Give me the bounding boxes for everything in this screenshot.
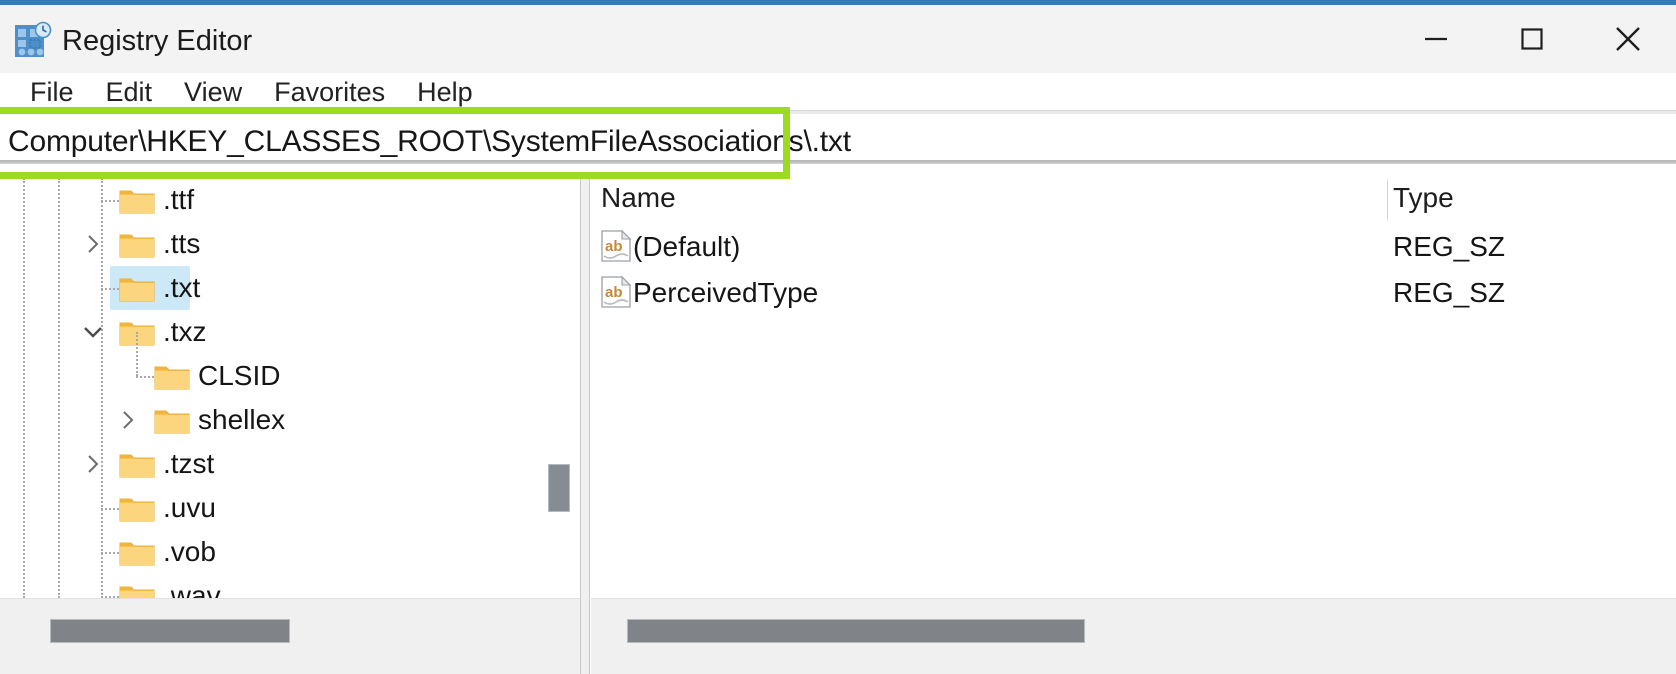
svg-text:ab: ab	[605, 284, 623, 301]
tree-item-label: .wav	[163, 580, 221, 598]
tree-item-shellex[interactable]: shellex	[0, 398, 545, 442]
tree-item-label: .tzst	[163, 448, 215, 479]
chevron-right-icon[interactable]	[115, 407, 141, 433]
minimize-icon	[1422, 25, 1450, 53]
registry-key-tree[interactable]: .ttf .tts .txt .txz CLSID shellex .tzst …	[0, 178, 545, 598]
tree-item-label: shellex	[198, 404, 286, 435]
tree-connector	[136, 376, 154, 378]
tree-item-vob[interactable]: .vob	[0, 530, 545, 574]
tree-vertical-scrollbar-thumb[interactable]	[548, 464, 570, 512]
chevron-down-icon[interactable]	[80, 319, 106, 345]
tree-item-ttf[interactable]: .ttf	[0, 178, 545, 222]
minimize-button[interactable]	[1388, 5, 1484, 73]
main-content: .ttf .tts .txt .txz CLSID shellex .tzst …	[0, 178, 1676, 674]
address-bar-top-edge	[0, 110, 1676, 114]
registry-editor-window: Registry Editor File Edit View Favorites…	[0, 0, 1676, 674]
menu-item-view[interactable]: View	[168, 73, 258, 111]
svg-text:ab: ab	[605, 238, 623, 255]
string-value-icon: ab	[600, 229, 632, 263]
tree-item-tzst[interactable]: .tzst	[0, 442, 545, 486]
registry-values-pane: Name Type ab (Default) REG_SZ ab Perceiv…	[591, 178, 1676, 674]
address-bar-bottom-edge	[0, 160, 1676, 164]
value-name: (Default)	[633, 231, 741, 262]
values-list-header: Name Type	[591, 178, 1676, 224]
window-title: Registry Editor	[62, 24, 253, 57]
column-divider[interactable]	[1387, 180, 1388, 220]
column-header-name[interactable]: Name	[601, 182, 676, 214]
value-name: PerceivedType	[633, 277, 819, 308]
folder-icon	[119, 186, 155, 215]
tree-item-label: .uvu	[163, 492, 216, 523]
tree-guide-line	[136, 332, 138, 376]
tree-horizontal-scrollbar-thumb[interactable]	[50, 619, 290, 643]
folder-icon	[119, 230, 155, 259]
value-type: REG_SZ	[1393, 231, 1506, 262]
tree-connector	[101, 552, 119, 554]
values-horizontal-scrollbar-thumb[interactable]	[627, 619, 1085, 643]
menu-item-edit[interactable]: Edit	[90, 73, 169, 111]
tree-item-label: CLSID	[198, 360, 281, 391]
folder-icon	[119, 538, 155, 567]
tree-item-clsid[interactable]: CLSID	[0, 332, 545, 398]
values-list-rows: ab (Default) REG_SZ ab PerceivedType REG…	[591, 224, 1676, 598]
registry-key-tree-pane: .ttf .tts .txt .txz CLSID shellex .tzst …	[0, 178, 580, 674]
menu-item-file[interactable]: File	[14, 73, 90, 111]
folder-icon	[119, 450, 155, 479]
tree-item-label: .txz	[163, 316, 207, 347]
close-icon	[1612, 23, 1644, 55]
tree-connector	[101, 200, 119, 202]
values-row-perceivedtype[interactable]: ab PerceivedType REG_SZ	[591, 270, 1676, 316]
chevron-right-icon[interactable]	[80, 231, 106, 257]
tree-vertical-scrollbar[interactable]	[546, 178, 572, 598]
folder-icon	[154, 362, 190, 391]
close-button[interactable]	[1580, 5, 1676, 73]
tree-item-label: .tts	[163, 228, 201, 259]
folder-icon	[119, 494, 155, 523]
folder-icon	[119, 582, 155, 598]
tree-item-label: .ttf	[163, 184, 195, 215]
window-controls	[1388, 5, 1676, 73]
tree-item-label: .txt	[163, 272, 201, 303]
tree-horizontal-scrollbar[interactable]	[0, 598, 580, 674]
menu-item-favorites[interactable]: Favorites	[258, 73, 401, 111]
string-value-icon: ab	[600, 275, 632, 309]
address-bar	[0, 110, 1676, 178]
tree-item-label: .vob	[163, 536, 216, 567]
folder-icon	[154, 406, 190, 435]
pane-splitter[interactable]	[580, 178, 590, 674]
maximize-icon	[1518, 25, 1546, 53]
menu-bar: File Edit View Favorites Help	[0, 73, 1676, 113]
tree-item-tts[interactable]: .tts	[0, 222, 545, 266]
tree-item-txt[interactable]: .txt	[0, 266, 545, 310]
tree-item-txz[interactable]: .txz	[0, 310, 545, 354]
tree-item-wav[interactable]: .wav	[0, 574, 545, 598]
tree-connector	[101, 508, 119, 510]
value-type: REG_SZ	[1393, 277, 1506, 308]
tree-item-uvu[interactable]: .uvu	[0, 486, 545, 530]
values-row-default[interactable]: ab (Default) REG_SZ	[591, 224, 1676, 270]
registry-editor-icon	[12, 21, 52, 61]
menu-item-help[interactable]: Help	[401, 73, 489, 111]
chevron-right-icon[interactable]	[80, 451, 106, 477]
values-horizontal-scrollbar[interactable]	[591, 598, 1676, 674]
maximize-button[interactable]	[1484, 5, 1580, 73]
column-header-type[interactable]: Type	[1393, 182, 1454, 214]
folder-icon	[119, 274, 155, 303]
tree-connector	[101, 288, 119, 290]
